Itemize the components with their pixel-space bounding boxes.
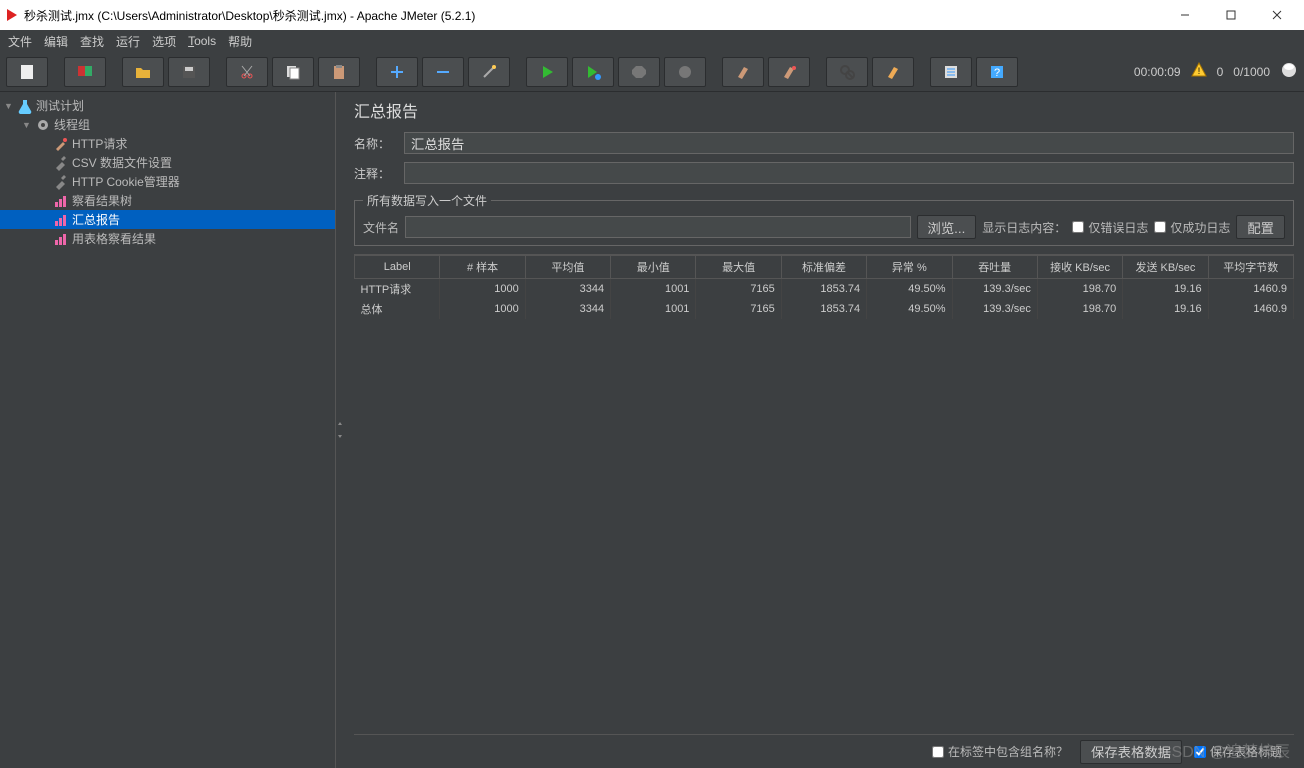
menu-help[interactable]: 帮助 bbox=[228, 33, 252, 50]
svg-text:!: ! bbox=[1197, 66, 1200, 76]
add-icon[interactable] bbox=[376, 57, 418, 87]
column-header[interactable]: 异常 % bbox=[867, 256, 952, 279]
open-icon[interactable] bbox=[122, 57, 164, 87]
cut-icon[interactable] bbox=[226, 57, 268, 87]
run-icon[interactable] bbox=[526, 57, 568, 87]
comment-label: 注释： bbox=[354, 165, 398, 182]
tree-item[interactable]: HTTP Cookie管理器 bbox=[0, 172, 335, 191]
status-timer: 00:00:09 bbox=[1134, 65, 1181, 79]
tree-item[interactable]: ▼测试计划 bbox=[0, 96, 335, 115]
configure-button[interactable]: 配置 bbox=[1236, 215, 1285, 239]
wand-icon[interactable] bbox=[468, 57, 510, 87]
panel-heading: 汇总报告 bbox=[354, 98, 1294, 122]
menu-edit[interactable]: 编辑 bbox=[44, 33, 68, 50]
success-only-checkbox[interactable]: 仅成功日志 bbox=[1154, 219, 1230, 236]
remove-icon[interactable] bbox=[422, 57, 464, 87]
filename-label: 文件名 bbox=[363, 219, 399, 236]
app-icon bbox=[4, 7, 20, 23]
tree-panel[interactable]: ▼测试计划▼线程组HTTP请求CSV 数据文件设置HTTP Cookie管理器察… bbox=[0, 92, 336, 768]
column-header[interactable]: 平均字节数 bbox=[1208, 256, 1293, 279]
window-title: 秒杀测试.jmx (C:\Users\Administrator\Desktop… bbox=[24, 7, 1162, 24]
run-no-pause-icon[interactable] bbox=[572, 57, 614, 87]
menu-options[interactable]: 选项 bbox=[152, 33, 176, 50]
name-input[interactable] bbox=[404, 132, 1294, 154]
menu-bar: 文件 编辑 查找 运行 选项 Tools 帮助 bbox=[0, 30, 1304, 52]
search-icon[interactable] bbox=[826, 57, 868, 87]
shutdown-icon[interactable] bbox=[664, 57, 706, 87]
close-button[interactable] bbox=[1254, 0, 1300, 30]
help-icon[interactable]: ? bbox=[976, 57, 1018, 87]
comment-input[interactable] bbox=[404, 162, 1294, 184]
maximize-button[interactable] bbox=[1208, 0, 1254, 30]
column-header[interactable]: # 样本 bbox=[440, 256, 525, 279]
minimize-button[interactable] bbox=[1162, 0, 1208, 30]
column-header[interactable]: Label bbox=[355, 256, 440, 279]
warning-icon[interactable]: ! bbox=[1191, 62, 1207, 81]
column-header[interactable]: 标准偏差 bbox=[781, 256, 866, 279]
column-header[interactable]: 发送 KB/sec bbox=[1123, 256, 1208, 279]
file-fieldset-legend: 所有数据写入一个文件 bbox=[363, 192, 491, 209]
menu-run[interactable]: 运行 bbox=[116, 33, 140, 50]
tree-item[interactable]: HTTP请求 bbox=[0, 134, 335, 153]
summary-table[interactable]: Label# 样本平均值最小值最大值标准偏差异常 %吞吐量接收 KB/sec发送… bbox=[354, 254, 1294, 734]
save-icon[interactable] bbox=[168, 57, 210, 87]
menu-search[interactable]: 查找 bbox=[80, 33, 104, 50]
name-label: 名称： bbox=[354, 135, 398, 152]
column-header[interactable]: 接收 KB/sec bbox=[1037, 256, 1122, 279]
stop-icon[interactable] bbox=[618, 57, 660, 87]
paste-icon[interactable] bbox=[318, 57, 360, 87]
svg-text:?: ? bbox=[994, 67, 1000, 79]
clear-all-icon[interactable] bbox=[768, 57, 810, 87]
table-row[interactable]: 总体10003344100171651853.7449.50%139.3/sec… bbox=[355, 299, 1294, 319]
tree-item[interactable]: CSV 数据文件设置 bbox=[0, 153, 335, 172]
errors-only-checkbox[interactable]: 仅错误日志 bbox=[1072, 219, 1148, 236]
clear-icon[interactable] bbox=[722, 57, 764, 87]
detail-panel: 汇总报告 名称： 注释： 所有数据写入一个文件 文件名 浏览... 显示日志内容… bbox=[344, 92, 1304, 768]
status-threads: 0/1000 bbox=[1233, 65, 1270, 79]
tree-item[interactable]: 汇总报告 bbox=[0, 210, 335, 229]
filename-input[interactable] bbox=[405, 216, 911, 238]
function-helper-icon[interactable] bbox=[930, 57, 972, 87]
column-header[interactable]: 最大值 bbox=[696, 256, 781, 279]
toolbar: ? 00:00:09 ! 0 0/1000 bbox=[0, 52, 1304, 92]
window-titlebar: 秒杀测试.jmx (C:\Users\Administrator\Desktop… bbox=[0, 0, 1304, 30]
bottom-bar: 在标签中包含组名称？ 保存表格数据 保存表格标题 bbox=[354, 734, 1294, 768]
status-ball-icon bbox=[1280, 61, 1298, 82]
table-row[interactable]: HTTP请求10003344100171651853.7449.50%139.3… bbox=[355, 279, 1294, 300]
tree-item[interactable]: 用表格察看结果 bbox=[0, 229, 335, 248]
status-errors: 0 bbox=[1217, 65, 1224, 79]
column-header[interactable]: 最小值 bbox=[611, 256, 696, 279]
menu-tools[interactable]: Tools bbox=[188, 34, 216, 48]
new-icon[interactable] bbox=[6, 57, 48, 87]
tree-item[interactable]: 察看结果树 bbox=[0, 191, 335, 210]
tree-item[interactable]: ▼线程组 bbox=[0, 115, 335, 134]
reset-search-icon[interactable] bbox=[872, 57, 914, 87]
menu-file[interactable]: 文件 bbox=[8, 33, 32, 50]
column-header[interactable]: 吞吐量 bbox=[952, 256, 1037, 279]
templates-icon[interactable] bbox=[64, 57, 106, 87]
column-header[interactable]: 平均值 bbox=[525, 256, 610, 279]
save-header-checkbox[interactable]: 保存表格标题 bbox=[1194, 743, 1282, 760]
include-group-checkbox[interactable]: 在标签中包含组名称？ bbox=[932, 743, 1068, 760]
browse-button[interactable]: 浏览... bbox=[917, 215, 977, 239]
copy-icon[interactable] bbox=[272, 57, 314, 87]
splitter[interactable] bbox=[336, 92, 344, 768]
file-fieldset: 所有数据写入一个文件 文件名 浏览... 显示日志内容： 仅错误日志 仅成功日志… bbox=[354, 192, 1294, 246]
save-table-button[interactable]: 保存表格数据 bbox=[1080, 740, 1182, 764]
show-log-label: 显示日志内容： bbox=[982, 219, 1066, 236]
